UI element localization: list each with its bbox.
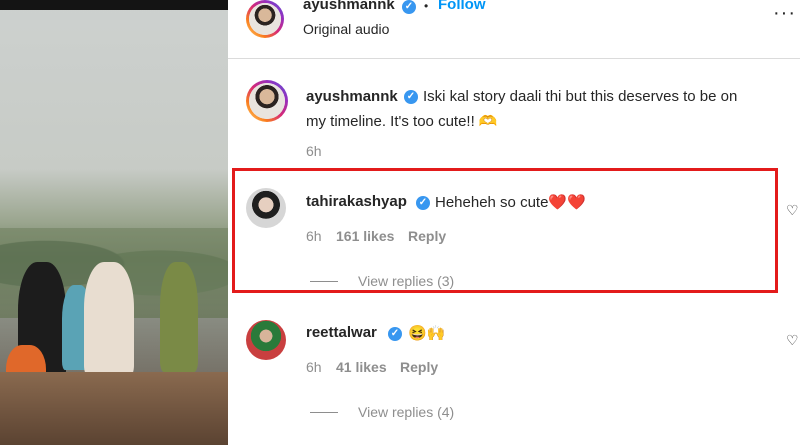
author-username[interactable]: ayushmannk bbox=[303, 0, 395, 13]
post-header: ayushmannk ✓ • Follow Original audio ··· bbox=[228, 0, 800, 59]
video-person bbox=[160, 262, 198, 372]
comment-username[interactable]: ayushmannk bbox=[306, 88, 398, 105]
view-replies-button[interactable]: View replies (4) bbox=[358, 404, 454, 420]
comment-text-continued: my timeline. It's too cute!! 🫶 bbox=[306, 113, 498, 130]
verified-badge-icon: ✓ bbox=[402, 0, 416, 14]
comment-timestamp[interactable]: 6h bbox=[306, 143, 322, 159]
verified-badge-icon: ✓ bbox=[404, 90, 418, 104]
reply-button[interactable]: Reply bbox=[400, 359, 438, 375]
like-heart-icon[interactable]: ♡ bbox=[786, 332, 799, 349]
video-person bbox=[84, 262, 134, 377]
comment-text: 😆🙌 bbox=[408, 325, 446, 342]
video-boat bbox=[0, 372, 228, 445]
comment-avatar[interactable] bbox=[246, 320, 286, 360]
verified-badge-icon: ✓ bbox=[388, 327, 402, 341]
follow-button[interactable]: Follow bbox=[438, 0, 486, 13]
comment-username[interactable]: reettalwar bbox=[306, 324, 377, 341]
like-heart-icon[interactable]: ♡ bbox=[786, 202, 799, 219]
view-replies-line bbox=[310, 412, 338, 413]
reel-video-frame[interactable] bbox=[0, 0, 228, 445]
comment-avatar[interactable] bbox=[246, 80, 288, 122]
more-options-icon[interactable]: ··· bbox=[773, 2, 796, 25]
comment-likes[interactable]: 41 likes bbox=[336, 359, 387, 375]
comment-text: Iski kal story daali thi but this deserv… bbox=[423, 88, 738, 105]
video-top-bar bbox=[0, 0, 228, 10]
highlight-box bbox=[232, 168, 778, 293]
comment-timestamp[interactable]: 6h bbox=[306, 359, 322, 375]
audio-label[interactable]: Original audio bbox=[303, 21, 389, 37]
author-avatar[interactable] bbox=[246, 0, 284, 38]
separator-dot: • bbox=[424, 0, 429, 13]
